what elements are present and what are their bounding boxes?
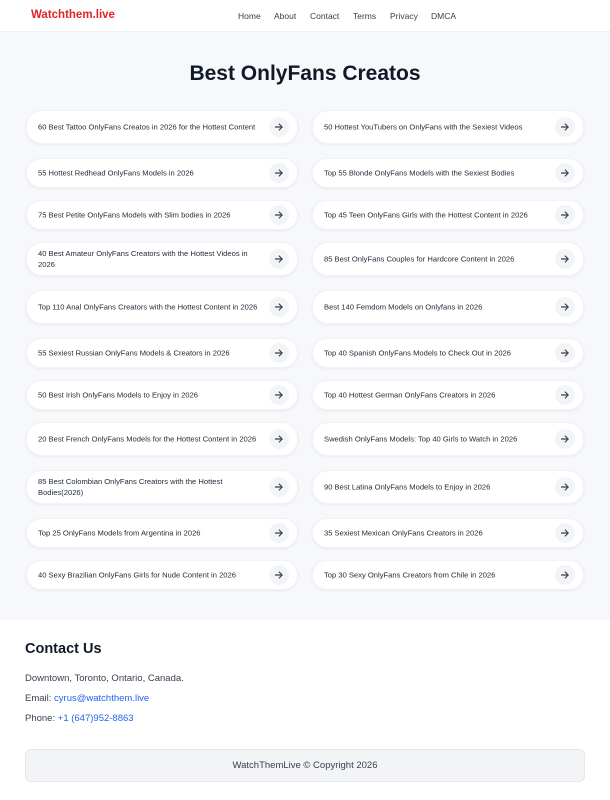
arrow-right-icon[interactable]	[269, 385, 289, 405]
arrow-right-icon[interactable]	[269, 429, 289, 449]
article-card[interactable]: 50 Hottest YouTubers on OnlyFans with th…	[312, 110, 584, 144]
arrow-right-icon[interactable]	[555, 117, 575, 137]
arrow-right-icon[interactable]	[555, 163, 575, 183]
article-card[interactable]: 85 Best Colombian OnlyFans Creators with…	[26, 470, 298, 504]
article-card[interactable]: Top 45 Teen OnlyFans Girls with the Hott…	[312, 200, 584, 230]
article-card-title: 50 Hottest YouTubers on OnlyFans with th…	[324, 122, 523, 132]
article-card[interactable]: 60 Best Tattoo OnlyFans Creatos in 2026 …	[26, 110, 298, 144]
article-card-title: Top 25 OnlyFans Models from Argentina in…	[38, 528, 201, 538]
article-card[interactable]: 85 Best OnlyFans Couples for Hardcore Co…	[312, 242, 584, 276]
article-card[interactable]: 35 Sexiest Mexican OnlyFans Creators in …	[312, 518, 584, 548]
main-nav: Home About Contact Terms Privacy DMCA	[0, 11, 610, 23]
copyright-text: WatchThemLive © Copyright 2026	[232, 760, 378, 771]
arrow-right-icon[interactable]	[555, 343, 575, 363]
article-card-title: Swedish OnlyFans Models: Top 40 Girls to…	[324, 434, 518, 444]
nav-terms[interactable]: Terms	[353, 11, 376, 21]
arrow-right-icon[interactable]	[555, 565, 575, 585]
article-card-title: Top 40 Spanish OnlyFans Models to Check …	[324, 348, 511, 358]
article-card[interactable]: Best 140 Femdom Models on Onlyfans in 20…	[312, 290, 584, 324]
arrow-right-icon[interactable]	[555, 249, 575, 269]
arrow-right-icon[interactable]	[269, 205, 289, 225]
arrow-right-icon[interactable]	[555, 523, 575, 543]
contact-address: Downtown, Toronto, Ontario, Canada.	[25, 673, 184, 684]
nav-contact[interactable]: Contact	[310, 11, 339, 21]
arrow-right-icon[interactable]	[555, 429, 575, 449]
article-card[interactable]: 40 Best Amateur OnlyFans Creators with t…	[26, 242, 298, 276]
article-card[interactable]: 55 Hottest Redhead OnlyFans Models in 20…	[26, 158, 298, 188]
nav-dmca[interactable]: DMCA	[431, 11, 456, 21]
arrow-right-icon[interactable]	[269, 163, 289, 183]
article-card[interactable]: 40 Sexy Brazilian OnlyFans Girls for Nud…	[26, 560, 298, 590]
email-link[interactable]: cyrus@watchthem.live	[54, 693, 149, 704]
article-card-title: 55 Sexiest Russian OnlyFans Models & Cre…	[38, 348, 230, 358]
site-header: Watchthem.live Home About Contact Terms …	[0, 0, 610, 32]
article-card-title: 35 Sexiest Mexican OnlyFans Creators in …	[324, 528, 483, 538]
article-card[interactable]: Top 110 Anal OnlyFans Creators with the …	[26, 290, 298, 324]
article-card-title: Best 140 Femdom Models on Onlyfans in 20…	[324, 302, 483, 312]
article-card-title: 90 Best Latina OnlyFans Models to Enjoy …	[324, 482, 491, 492]
article-card-title: 55 Hottest Redhead OnlyFans Models in 20…	[38, 168, 194, 178]
article-card[interactable]: Top 30 Sexy OnlyFans Creators from Chile…	[312, 560, 584, 590]
article-card-title: 20 Best French OnlyFans Models for the H…	[38, 434, 257, 444]
article-card-title: Top 30 Sexy OnlyFans Creators from Chile…	[324, 570, 496, 580]
nav-privacy[interactable]: Privacy	[390, 11, 418, 21]
article-card[interactable]: 50 Best Irish OnlyFans Models to Enjoy i…	[26, 380, 298, 410]
site-footer: WatchThemLive © Copyright 2026	[25, 749, 585, 782]
arrow-right-icon[interactable]	[269, 249, 289, 269]
arrow-right-icon[interactable]	[269, 297, 289, 317]
contact-phone-line: Phone: +1 (647)952-8863	[25, 713, 134, 724]
article-card[interactable]: Top 55 Blonde OnlyFans Models with the S…	[312, 158, 584, 188]
arrow-right-icon[interactable]	[555, 385, 575, 405]
contact-title: Contact Us	[25, 641, 102, 657]
nav-about[interactable]: About	[274, 11, 296, 21]
page-title: Best OnlyFans Creatos	[189, 62, 421, 85]
article-card-title: Top 40 Hottest German OnlyFans Creators …	[324, 390, 496, 400]
article-card-title: Top 110 Anal OnlyFans Creators with the …	[38, 302, 258, 312]
article-card-title: 50 Best Irish OnlyFans Models to Enjoy i…	[38, 390, 198, 400]
arrow-right-icon[interactable]	[555, 477, 575, 497]
article-card-title: 40 Sexy Brazilian OnlyFans Girls for Nud…	[38, 570, 236, 580]
article-card[interactable]: 20 Best French OnlyFans Models for the H…	[26, 422, 298, 456]
arrow-right-icon[interactable]	[269, 477, 289, 497]
article-card-title: 75 Best Petite OnlyFans Models with Slim…	[38, 210, 231, 220]
article-card-title: Top 45 Teen OnlyFans Girls with the Hott…	[324, 210, 528, 220]
article-card[interactable]: 55 Sexiest Russian OnlyFans Models & Cre…	[26, 338, 298, 368]
phone-label: Phone:	[25, 713, 56, 724]
arrow-right-icon[interactable]	[555, 205, 575, 225]
phone-link[interactable]: +1 (647)952-8863	[58, 713, 134, 724]
arrow-right-icon[interactable]	[555, 297, 575, 317]
main-content: Best OnlyFans Creatos 60 Best Tattoo Onl…	[0, 32, 610, 620]
arrow-right-icon[interactable]	[269, 343, 289, 363]
contact-email-line: Email: cyrus@watchthem.live	[25, 693, 149, 704]
arrow-right-icon[interactable]	[269, 523, 289, 543]
article-card-title: 60 Best Tattoo OnlyFans Creatos in 2026 …	[38, 122, 256, 132]
article-card[interactable]: 90 Best Latina OnlyFans Models to Enjoy …	[312, 470, 584, 504]
article-card[interactable]: Top 40 Hottest German OnlyFans Creators …	[312, 380, 584, 410]
article-card-title: 85 Best Colombian OnlyFans Creators with…	[38, 477, 223, 497]
article-card-title: 85 Best OnlyFans Couples for Hardcore Co…	[324, 254, 515, 264]
nav-home[interactable]: Home	[238, 11, 261, 21]
article-card[interactable]: Top 40 Spanish OnlyFans Models to Check …	[312, 338, 584, 368]
article-card-title: Top 55 Blonde OnlyFans Models with the S…	[324, 168, 515, 178]
arrow-right-icon[interactable]	[269, 565, 289, 585]
article-card[interactable]: Swedish OnlyFans Models: Top 40 Girls to…	[312, 422, 584, 456]
arrow-right-icon[interactable]	[269, 117, 289, 137]
email-label: Email:	[25, 693, 52, 704]
article-card[interactable]: 75 Best Petite OnlyFans Models with Slim…	[26, 200, 298, 230]
article-card[interactable]: Top 25 OnlyFans Models from Argentina in…	[26, 518, 298, 548]
contact-section: Contact Us Downtown, Toronto, Ontario, C…	[25, 620, 585, 750]
article-card-title: 40 Best Amateur OnlyFans Creators with t…	[38, 249, 248, 269]
